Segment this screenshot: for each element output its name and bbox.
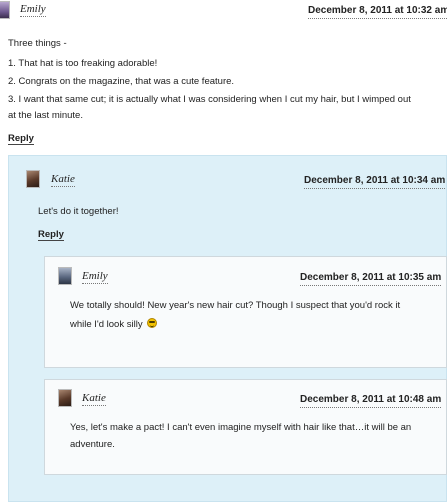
comment-text-line: Yes, let's make a pact! I can't even ima… — [70, 422, 412, 433]
comment-text-line: while I'd look silly — [70, 319, 143, 330]
comment-author[interactable]: Katie — [82, 392, 106, 406]
avatar[interactable] — [58, 389, 72, 407]
comment-text-line: 1. That hat is too freaking adorable! — [8, 58, 158, 69]
comment-text-line: adventure. — [70, 439, 115, 450]
avatar[interactable] — [0, 1, 10, 19]
reply-button[interactable]: Reply — [8, 133, 34, 145]
comment-text-line-with-emoji: while I'd look silly — [70, 316, 158, 334]
comment-date[interactable]: December 8, 2011 at 10:35 am — [300, 272, 442, 286]
comment-author[interactable]: Katie — [51, 173, 75, 187]
comment-text-line: at the last minute. — [8, 110, 83, 121]
comment-text-line: Let's do it together! — [38, 206, 119, 217]
comment-text-line: We totally should! New year's new hair c… — [70, 300, 401, 311]
comment-author[interactable]: Emily — [20, 3, 46, 17]
reply-button[interactable]: Reply — [38, 229, 64, 241]
avatar[interactable] — [58, 267, 72, 285]
comment-date[interactable]: December 8, 2011 at 10:48 am — [300, 394, 442, 408]
comment-text-line: 2. Congrats on the magazine, that was a … — [8, 76, 235, 87]
comment-text-line: Three things - — [8, 38, 67, 49]
avatar[interactable] — [26, 170, 40, 188]
comment-date[interactable]: December 8, 2011 at 10:34 am — [304, 175, 446, 189]
comment-author[interactable]: Emily — [82, 270, 108, 284]
comment-date[interactable]: December 8, 2011 at 10:32 am — [308, 5, 447, 19]
smiley-icon — [147, 318, 158, 328]
